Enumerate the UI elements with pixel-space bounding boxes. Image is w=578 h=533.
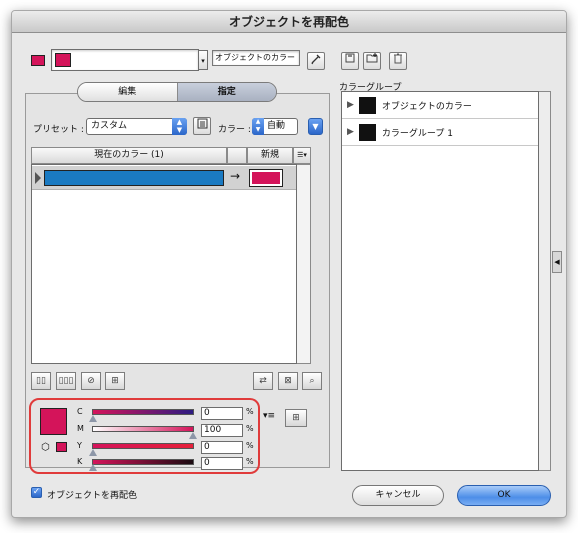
table-scrollbar[interactable] — [297, 164, 311, 364]
color-swatch-small[interactable] — [31, 55, 45, 66]
collapse-panel-icon[interactable]: ◀ — [552, 251, 562, 273]
gamut-swatch[interactable] — [56, 442, 67, 452]
recolor-checkbox[interactable]: ✓ — [31, 487, 42, 498]
cancel-button[interactable]: キャンセル — [352, 485, 444, 506]
channel-k-label: K — [77, 457, 83, 466]
color-groups-list: ▶ オブジェクトのカラー ▶ カラーグループ 1 — [341, 91, 539, 471]
eyedropper-icon[interactable] — [307, 52, 325, 70]
channel-y-thumb[interactable] — [89, 449, 97, 456]
separate-colors-icon[interactable]: ▯▯▯ — [56, 372, 76, 390]
cmyk-color-swatch[interactable] — [40, 408, 67, 435]
channel-k-unit: % — [246, 457, 254, 466]
mode-tabs: 編集 指定 — [77, 82, 277, 102]
color-mode-menu-icon[interactable]: ▾≡ — [263, 411, 275, 421]
color-table: → — [31, 164, 297, 364]
preset-select[interactable]: カスタム ▲ ▼ — [86, 118, 187, 135]
channel-c-label: C — [77, 407, 83, 416]
channel-y-label: Y — [77, 441, 82, 450]
current-color-field[interactable] — [51, 49, 199, 71]
exclude-color-icon[interactable]: ⊘ — [81, 372, 101, 390]
color-mode-value: 自動 — [267, 121, 286, 131]
preset-value: カスタム — [91, 121, 128, 131]
channel-m-label: M — [77, 424, 84, 433]
list-item[interactable]: ▶ カラーグループ 1 — [342, 119, 538, 146]
random-saturation-icon[interactable]: ⊠ — [278, 372, 298, 390]
groups-scrollbar[interactable] — [539, 91, 551, 471]
merge-colors-icon[interactable]: ▯▯ — [31, 372, 51, 390]
color-mode-stepper-icon: ▲ ▼ — [252, 118, 264, 135]
expand-icon[interactable]: ▶ — [347, 100, 354, 110]
channel-m-value[interactable]: 100 — [201, 424, 243, 437]
current-color-header: 現在のカラー (1) — [31, 147, 227, 164]
preset-label: プリセット : — [33, 125, 84, 135]
row-expand-icon[interactable] — [35, 172, 41, 184]
current-color-bar[interactable] — [44, 170, 224, 186]
arrow-icon: → — [230, 169, 241, 183]
new-group-icon[interactable] — [363, 52, 381, 70]
recolor-dialog: オブジェクトを再配色 ▾ オブジェクトのカラー 編集 指定 プリセット : カス… — [11, 10, 567, 518]
find-color-icon[interactable]: ⌕ — [302, 372, 322, 390]
color-mode-select[interactable]: ▲ ▼ 自動 — [252, 118, 298, 135]
current-color-dropdown[interactable]: ▾ — [199, 50, 208, 70]
gamut-cube-icon[interactable]: ⬡ — [41, 442, 50, 453]
window-title: オブジェクトを再配色 — [12, 11, 566, 33]
group-name: カラーグループ 1 — [381, 128, 453, 139]
preset-arrows-icon: ▲ ▼ — [172, 118, 187, 135]
color-mode-dropdown-icon[interactable]: ▼ — [308, 118, 323, 135]
header-spacer — [227, 147, 247, 164]
channel-c-slider[interactable] — [92, 409, 194, 415]
channel-y-unit: % — [246, 441, 254, 450]
random-order-icon[interactable]: ⇄ — [253, 372, 273, 390]
group-name: オブジェクトのカラー — [381, 101, 472, 112]
table-menu-icon[interactable]: ☰▾ — [293, 147, 311, 164]
save-icon[interactable] — [341, 52, 359, 70]
group-swatch — [358, 123, 376, 141]
trash-icon[interactable] — [389, 52, 407, 70]
color-label: カラー : — [218, 125, 251, 135]
recolor-checkbox-label: オブジェクトを再配色 — [47, 491, 138, 501]
channel-m-thumb[interactable] — [189, 432, 197, 439]
channel-y-value[interactable]: 0 — [201, 441, 243, 454]
channel-k-value[interactable]: 0 — [201, 457, 243, 470]
tab-edit[interactable]: 編集 — [78, 83, 178, 101]
current-color-chip — [55, 53, 71, 67]
color-name-field[interactable]: オブジェクトのカラー — [212, 50, 300, 66]
channel-k-slider[interactable] — [92, 459, 194, 465]
channel-k-thumb[interactable] — [89, 464, 97, 471]
channel-c-thumb[interactable] — [89, 415, 97, 422]
new-row-icon[interactable]: ⊞ — [105, 372, 125, 390]
channel-c-value[interactable]: 0 — [201, 407, 243, 420]
expand-icon[interactable]: ▶ — [347, 127, 354, 137]
channel-c-unit: % — [246, 407, 254, 416]
channel-m-slider[interactable] — [92, 426, 194, 432]
ok-button[interactable]: OK — [457, 485, 551, 506]
new-color-header: 新規 — [247, 147, 293, 164]
group-swatch — [358, 96, 376, 114]
channel-m-unit: % — [246, 424, 254, 433]
tab-assign[interactable]: 指定 — [177, 83, 276, 101]
channel-y-slider[interactable] — [92, 443, 194, 449]
list-item[interactable]: ▶ オブジェクトのカラー — [342, 92, 538, 119]
color-library-icon[interactable]: ⊞ — [285, 409, 307, 427]
new-color-swatch[interactable] — [249, 169, 283, 187]
table-row[interactable]: → — [32, 166, 296, 190]
preset-options-icon[interactable] — [193, 117, 211, 135]
